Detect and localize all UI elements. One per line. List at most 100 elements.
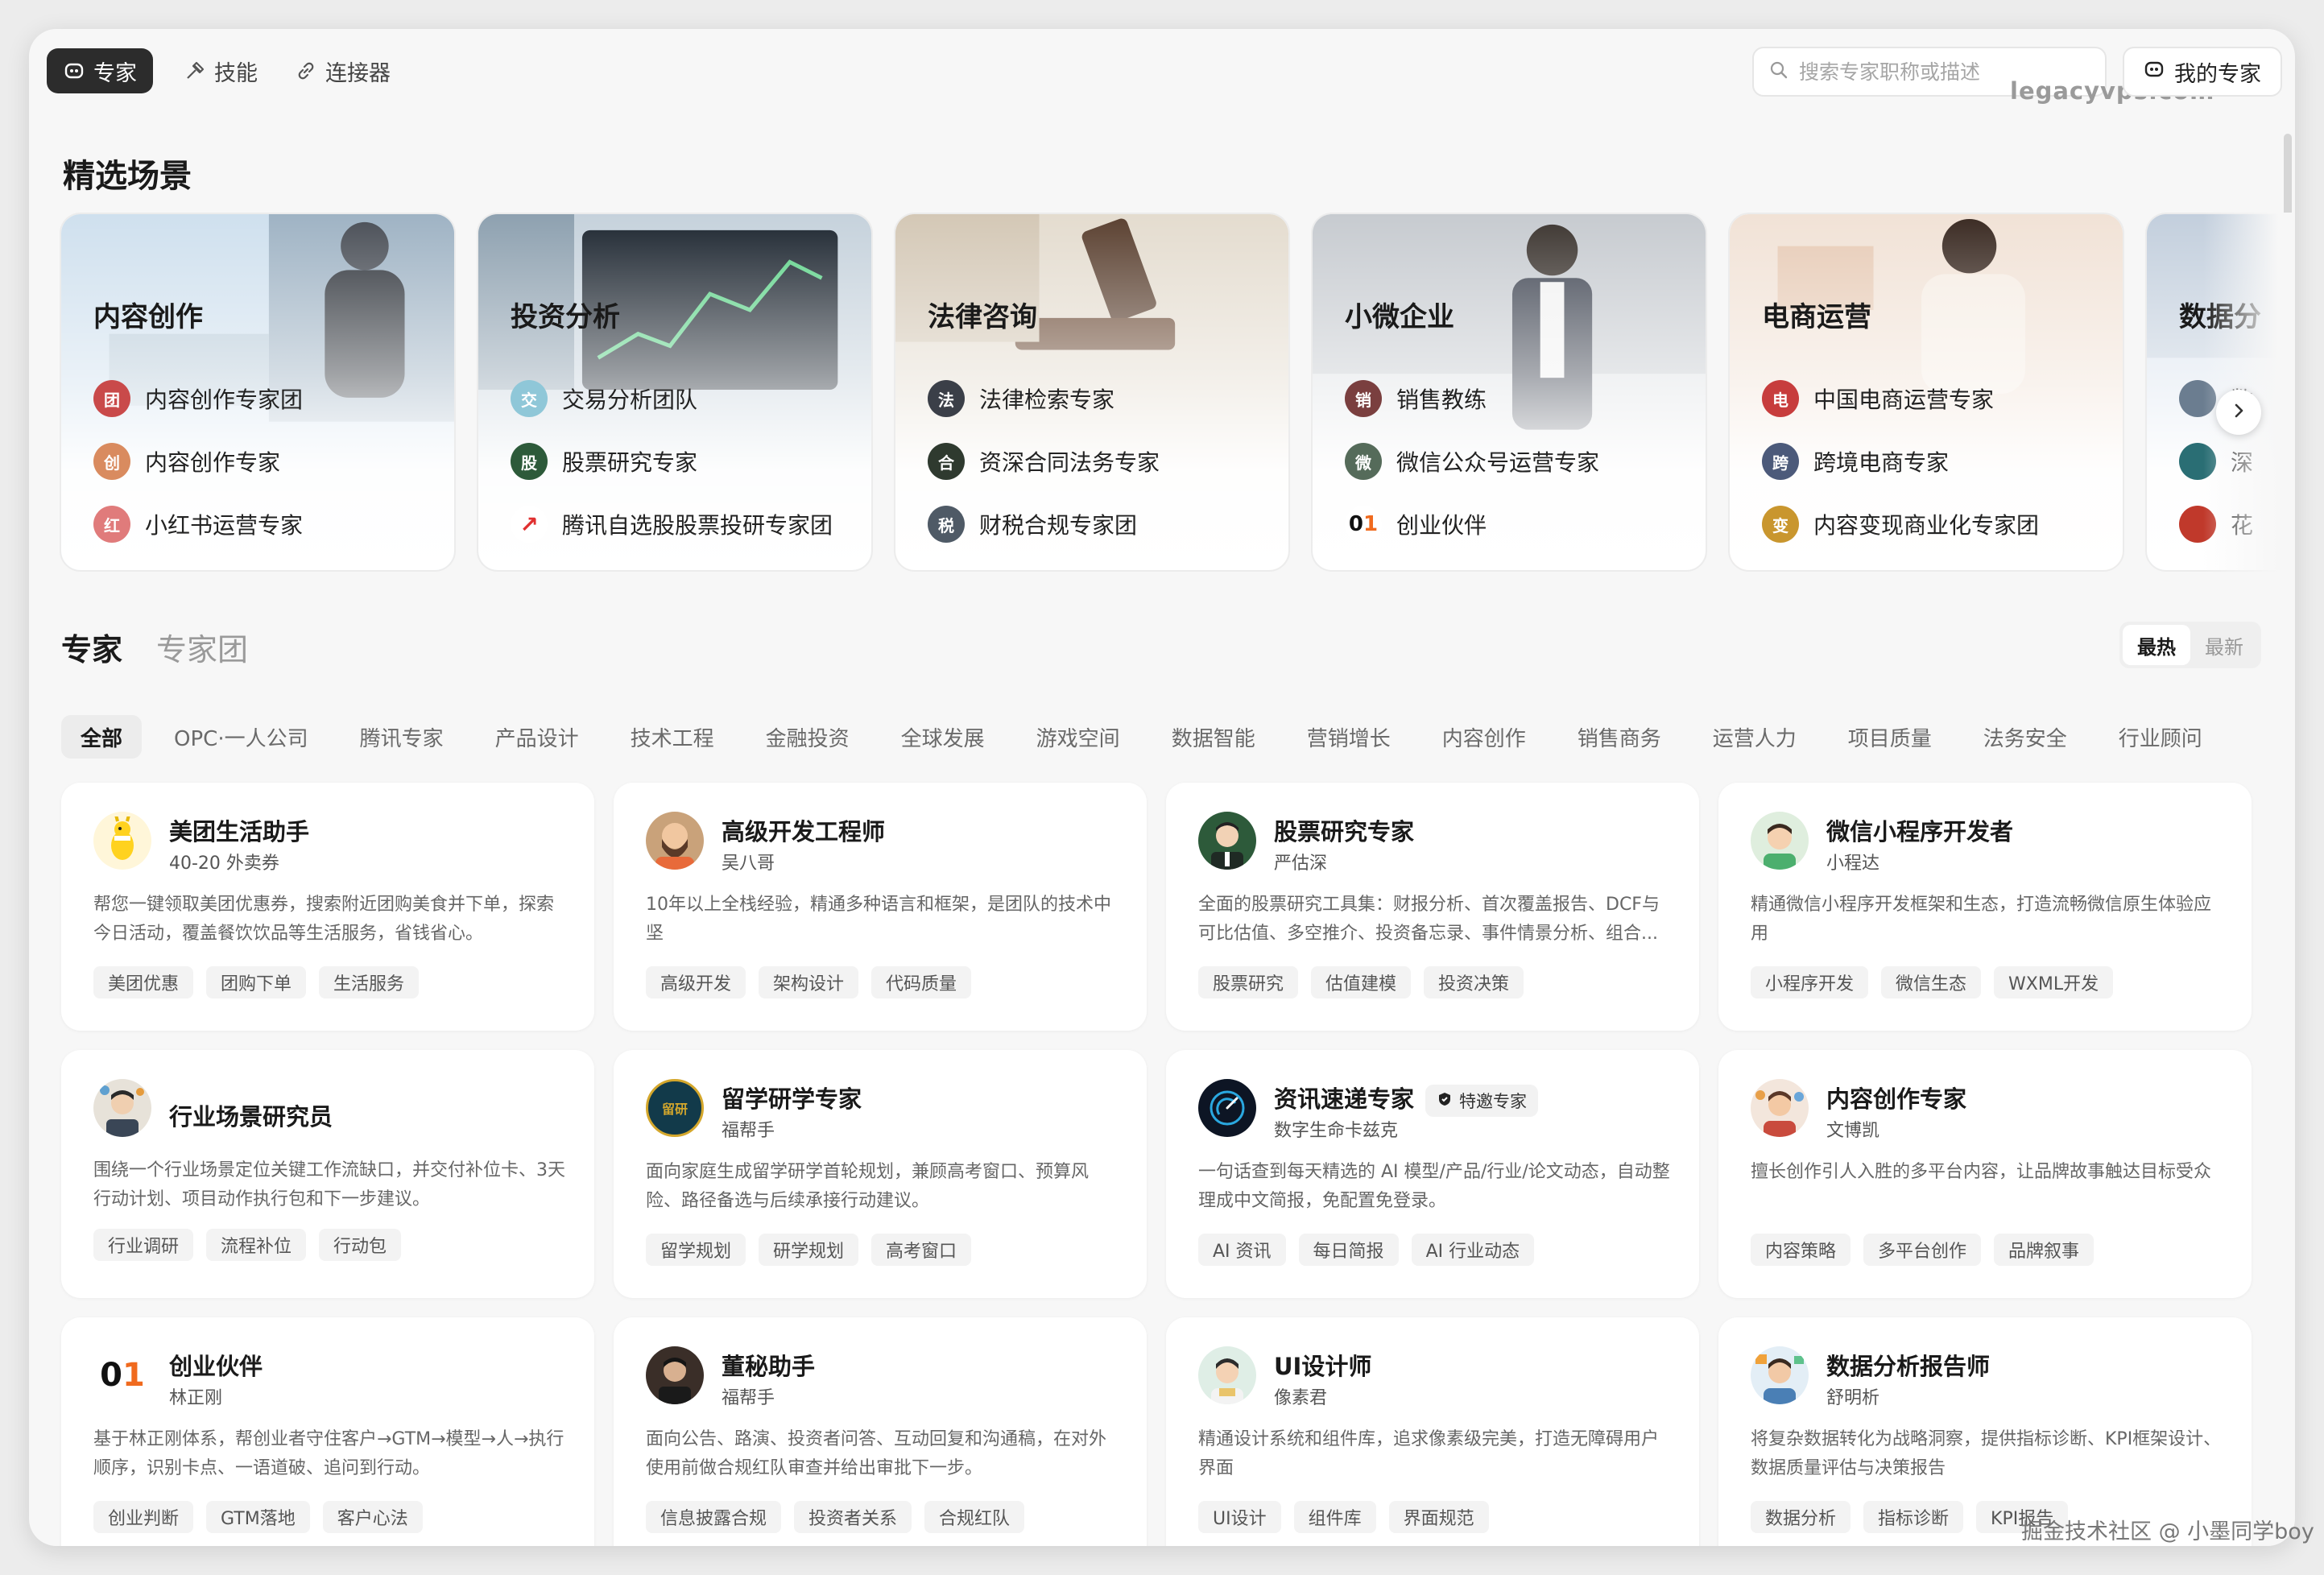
scene-item[interactable]: 0 1 创业伙伴 — [1345, 504, 1487, 544]
scene-item[interactable]: 销销售教练 — [1345, 378, 1487, 419]
scene-card-content[interactable]: 内容创作 团内容创作专家团 创内容创作专家 红小红书运营专家 — [60, 213, 456, 572]
my-experts-button[interactable]: 我的专家 — [2123, 47, 2282, 97]
expert-description: 基于林正刚体系，帮创业者守住客户→GTM→模型→人→执行顺序，识别卡点、一语道破… — [93, 1429, 564, 1478]
tab-label: 专家 — [93, 60, 137, 86]
expert-description: 精通微信小程序开发框架和生态，打造流畅微信原生体验应用 — [1751, 895, 2212, 944]
scene-item[interactable]: 税财税合规专家团 — [928, 504, 1137, 544]
expert-card[interactable]: 董秘助手 福帮手 面向公告、路演、投资者问答、互动回复和沟通稿，在对外使用前做合… — [614, 1317, 1147, 1546]
expert-card[interactable]: 股票研究专家 严估深 全面的股票研究工具集：财报分析、首次覆盖报告、DCF与可比… — [1166, 783, 1699, 1031]
tag: 行动包 — [319, 1229, 402, 1261]
scene-item[interactable]: 电中国电商运营专家 — [1762, 378, 1994, 419]
expert-icon — [63, 60, 85, 82]
category-chip[interactable]: 内容创作 — [1423, 715, 1545, 759]
scene-item[interactable]: 跨跨境电商专家 — [1762, 441, 1949, 482]
expert-card[interactable]: 资讯速递专家 特邀专家 数字生命卡兹克 一句话查到每天精选的 AI 模型/产品/行… — [1166, 1050, 1699, 1298]
avatar — [646, 1346, 704, 1404]
expert-name: 董秘助手 — [722, 1353, 816, 1380]
tab-skills[interactable]: 技能 — [167, 48, 274, 93]
avatar: 电 — [1762, 380, 1799, 417]
category-chip[interactable]: 运营人力 — [1693, 715, 1816, 759]
category-chip[interactable]: 数据智能 — [1152, 715, 1275, 759]
sort-hot[interactable]: 最热 — [2123, 625, 2190, 665]
expert-card[interactable]: 数据分析报告师 舒明析 将复杂数据转化为战略洞察，提供指标诊断、KPI框架设计、… — [1718, 1317, 2252, 1546]
tag: 行业调研 — [93, 1229, 194, 1261]
category-chip[interactable]: 营销增长 — [1288, 715, 1410, 759]
category-chip[interactable]: OPC·一人公司 — [155, 715, 328, 759]
expert-name: 资讯速递专家 特邀专家 — [1274, 1081, 1539, 1117]
tag: 留学规划 — [646, 1234, 746, 1266]
scene-item[interactable]: 合资深合同法务专家 — [928, 441, 1160, 482]
tab-label: 连接器 — [325, 60, 391, 86]
avatar — [1751, 1079, 1809, 1137]
avatar — [1198, 812, 1256, 870]
category-chip[interactable]: 销售商务 — [1558, 715, 1681, 759]
scroll-right-button[interactable] — [2216, 390, 2261, 435]
category-chip[interactable]: 行业顾问 — [2099, 715, 2222, 759]
scene-item[interactable]: 交交易分析团队 — [511, 378, 697, 419]
tag: 股票研究 — [1198, 966, 1299, 998]
tag: AI 行业动态 — [1411, 1234, 1535, 1266]
tab-connectors[interactable]: 连接器 — [279, 48, 407, 93]
scene-item[interactable]: 法法律检索专家 — [928, 378, 1114, 419]
tag: UI设计 — [1198, 1501, 1281, 1533]
scene-item[interactable]: 红小红书运营专家 — [93, 504, 303, 544]
tag: 美团优惠 — [93, 966, 194, 998]
category-chip[interactable]: 全部 — [61, 715, 143, 759]
avatar — [2179, 443, 2216, 480]
expert-description: 精通设计系统和组件库，追求像素级完美，打造无障碍用户界面 — [1198, 1429, 1660, 1478]
tag: 组件库 — [1293, 1501, 1376, 1533]
tab-expert-team[interactable]: 专家团 — [156, 625, 248, 669]
category-chip[interactable]: 项目质量 — [1829, 715, 1951, 759]
category-filter: 全部 OPC·一人公司 腾讯专家 产品设计 技术工程 金融投资 全球发展 游戏空… — [61, 715, 2235, 759]
scrollbar[interactable] — [2284, 134, 2292, 271]
scene-card-smb[interactable]: 小微企业 销销售教练 微微信公众号运营专家 0 1 创业伙伴 — [1311, 213, 1707, 572]
category-chip[interactable]: 游戏空间 — [1017, 715, 1139, 759]
scene-item[interactable]: 创内容创作专家 — [93, 441, 280, 482]
expert-description: 10年以上全栈经验，精通多种语言和框架，是团队的技术中坚 — [646, 895, 1111, 944]
category-chip[interactable]: 技术工程 — [611, 715, 734, 759]
category-chip[interactable]: 全球发展 — [882, 715, 1004, 759]
tag: GTM落地 — [206, 1501, 310, 1533]
link-icon — [295, 60, 317, 82]
category-chip[interactable]: 法务安全 — [1964, 715, 2086, 759]
app-window: 专家 技能 连接器 legacyvps.com 我的专家 — [29, 29, 2295, 1546]
expert-card[interactable]: 微信小程序开发者 小程达 精通微信小程序开发框架和生态，打造流畅微信原生体验应用… — [1718, 783, 2252, 1031]
tag: 小程序开发 — [1751, 966, 1869, 998]
category-chip[interactable]: 产品设计 — [476, 715, 598, 759]
tag: 投资者关系 — [794, 1501, 912, 1533]
scene-card-data[interactable]: 数据分 数 深 花 — [2145, 213, 2282, 572]
expert-name: 微信小程序开发者 — [1826, 818, 2014, 845]
expert-card[interactable]: 内容创作专家 文博凯 擅长创作引人入胜的多平台内容，让品牌故事触达目标受众 内容… — [1718, 1050, 2252, 1298]
category-chip[interactable]: 金融投资 — [746, 715, 869, 759]
tab-expert[interactable]: 专家 — [61, 625, 122, 669]
scene-card-ecommerce[interactable]: 电商运营 电中国电商运营专家 跨跨境电商专家 变内容变现商业化专家团 — [1728, 213, 2124, 572]
expert-card[interactable]: 01 创业伙伴 林正刚 基于林正刚体系，帮创业者守住客户→GTM→模型→人→执行… — [61, 1317, 594, 1546]
expert-name: 数据分析报告师 — [1826, 1353, 1991, 1380]
experts-tabs: 专家 专家团 — [61, 625, 248, 669]
scene-item[interactable]: 股股票研究专家 — [511, 441, 697, 482]
scene-item[interactable]: 变内容变现商业化专家团 — [1762, 504, 2039, 544]
scene-item[interactable]: 团内容创作专家团 — [93, 378, 303, 419]
study-abroad-badge-icon: 留研 — [646, 1079, 704, 1137]
avatar — [2179, 506, 2216, 543]
expert-icon — [2144, 59, 2165, 85]
category-chip[interactable]: 腾讯专家 — [341, 715, 463, 759]
scene-item[interactable]: 深 — [2179, 441, 2253, 482]
tag: 内容策略 — [1751, 1234, 1851, 1266]
expert-description: 围绕一个行业场景定位关键工作流缺口，并交付补位卡、3天行动计划、项目动作执行包和… — [93, 1160, 565, 1209]
scene-card-legal[interactable]: 法律咨询 法法律检索专家 合资深合同法务专家 税财税合规专家团 — [894, 213, 1290, 572]
expert-card[interactable]: 行业场景研究员 围绕一个行业场景定位关键工作流缺口，并交付补位卡、3天行动计划、… — [61, 1050, 594, 1298]
scene-item[interactable]: 花 — [2179, 504, 2253, 544]
expert-card[interactable]: 高级开发工程师 吴八哥 10年以上全栈经验，精通多种语言和框架，是团队的技术中坚… — [614, 783, 1147, 1031]
tab-experts[interactable]: 专家 — [47, 48, 153, 93]
expert-card[interactable]: 留研 留学研学专家 福帮手 面向家庭生成留学研学首轮规划，兼顾高考窗口、预算风险… — [614, 1050, 1147, 1298]
scene-item[interactable]: ↗ 腾讯自选股股票投研专家团 — [511, 504, 833, 544]
expert-card[interactable]: UI设计师 像素君 精通设计系统和组件库，追求像素级完美，打造无障碍用户界面 U… — [1166, 1317, 1699, 1546]
scene-item[interactable]: 微微信公众号运营专家 — [1345, 441, 1599, 482]
scene-card-investment[interactable]: 投资分析 交交易分析团队 股股票研究专家 ↗ 腾讯自选股股票投研专家团 — [477, 213, 873, 572]
tag: 估值建模 — [1311, 966, 1412, 998]
avatar: 跨 — [1762, 443, 1799, 480]
scene-title: 电商运营 — [1762, 301, 1871, 333]
expert-card[interactable]: 美团生活助手 40-20 外卖券 帮您一键领取美团优惠券，搜索附近团购美食并下单… — [61, 783, 594, 1031]
sort-new[interactable]: 最新 — [2190, 625, 2258, 665]
